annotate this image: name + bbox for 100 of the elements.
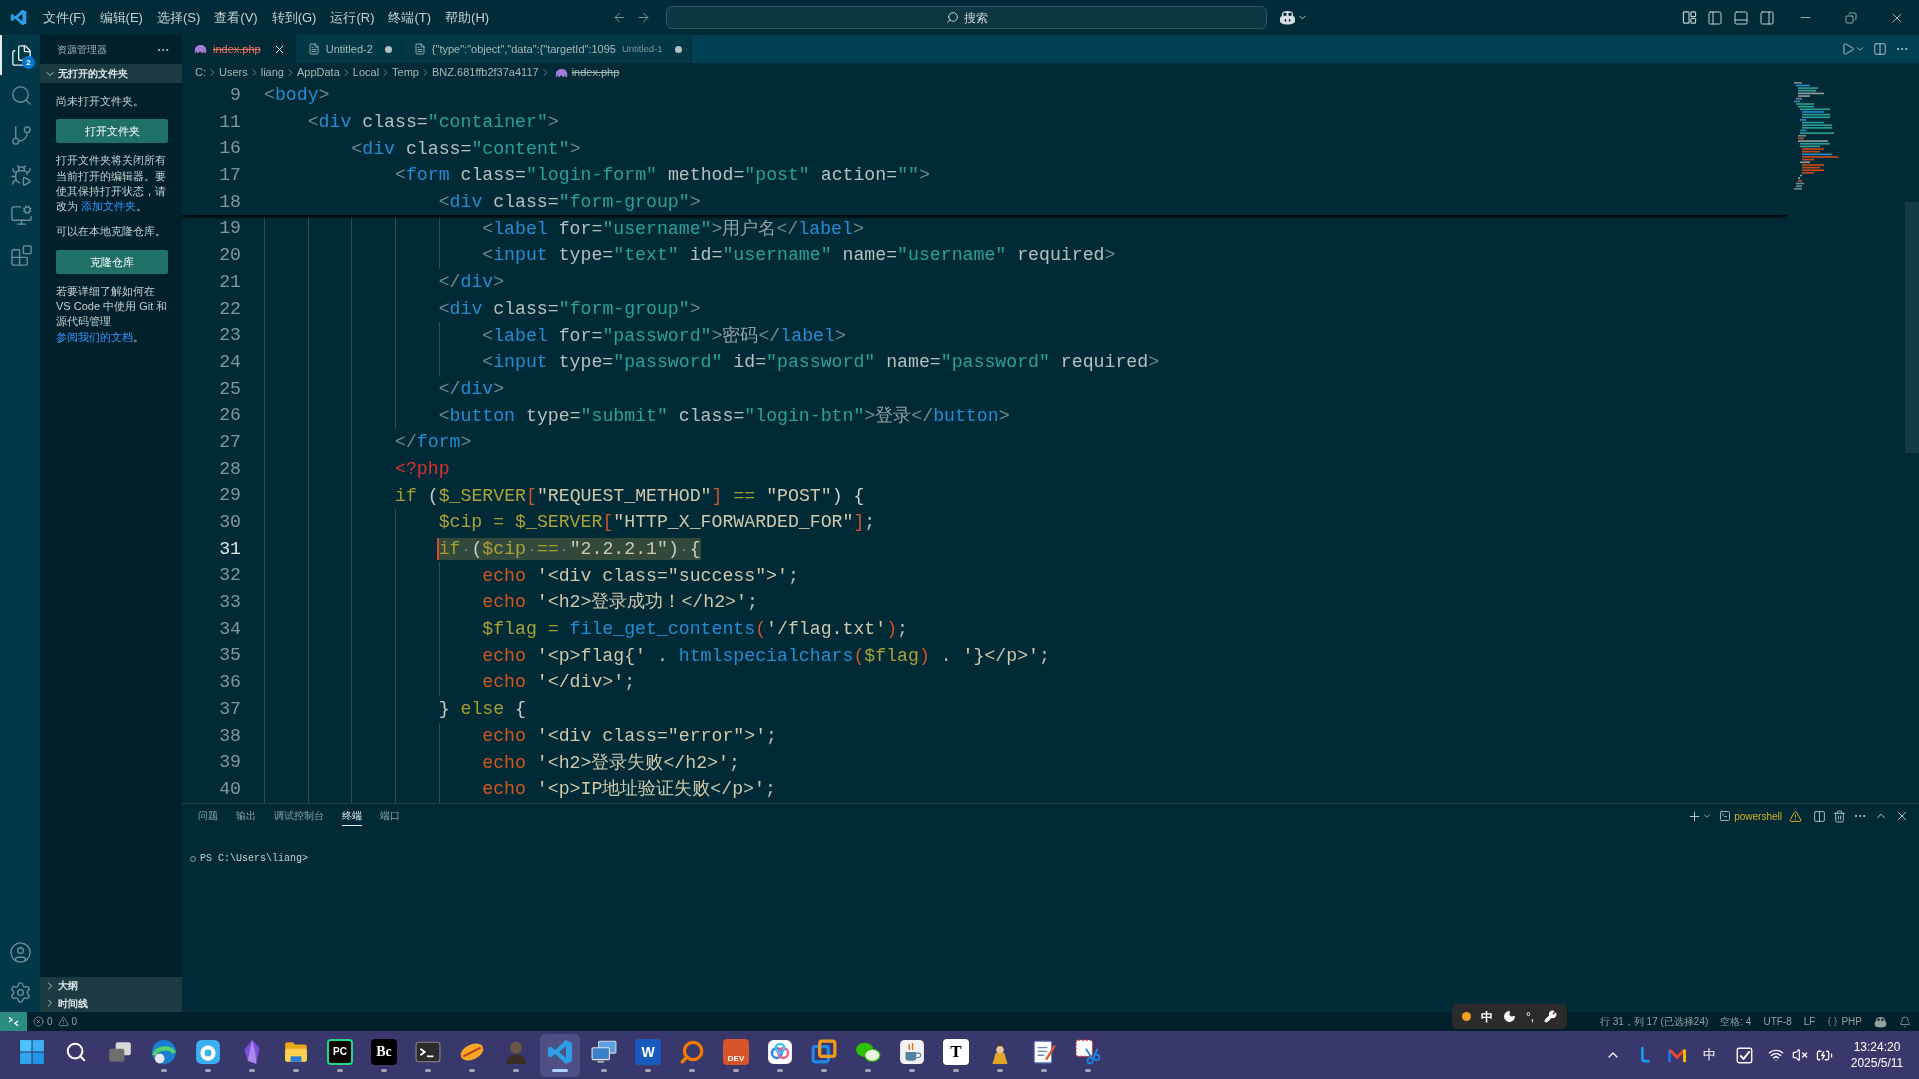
menu-item[interactable]: 编辑(E) <box>92 6 150 29</box>
menu-item[interactable]: 运行(R) <box>323 6 382 29</box>
split-icon[interactable] <box>1813 809 1826 823</box>
code-line: echo '<h2>登录成功！</h2>'; <box>482 591 758 614</box>
menu-item[interactable]: 终端(T) <box>381 6 439 29</box>
menu-item[interactable]: 查看(V) <box>207 6 265 29</box>
breadcrumb-item[interactable]: Local <box>352 64 380 81</box>
code-line: echo '<div class="error">'; <box>482 724 777 747</box>
line-number: 17 <box>218 164 241 188</box>
bot-icon[interactable] <box>1279 10 1296 25</box>
moon-icon[interactable] <box>1503 1010 1516 1023</box>
m-logo-icon[interactable] <box>1667 1046 1687 1064</box>
punctuation-toggle[interactable]: °, <box>1526 1007 1535 1026</box>
panel-tab[interactable]: 调试控制台 <box>274 806 324 826</box>
notepad-icon <box>1031 1038 1057 1065</box>
hook-logo-icon[interactable] <box>1638 1046 1652 1064</box>
line-ending[interactable]: LF <box>1797 1014 1822 1029</box>
panel-tab[interactable]: 端口 <box>380 806 400 826</box>
input-method-indicator[interactable]: 中 <box>1693 1045 1726 1065</box>
muted-speaker-icon[interactable] <box>1792 1047 1808 1063</box>
wifi-icon[interactable] <box>1768 1047 1784 1063</box>
taskbar-button[interactable]: T <box>936 1033 976 1077</box>
account-icon[interactable] <box>8 940 32 964</box>
panel-bottom-icon[interactable] <box>1733 9 1749 26</box>
breadcrumb-item[interactable]: Users <box>219 64 248 81</box>
panel-tab[interactable]: 输出 <box>236 806 256 826</box>
back-arrow-icon[interactable] <box>611 10 627 25</box>
breadcrumb-item[interactable]: BNZ.681ffb2f37a4117 <box>432 64 539 81</box>
breadcrumb-item[interactable]: AppData <box>297 64 340 81</box>
panel-tab[interactable]: 终端 <box>342 806 362 826</box>
settings-icon[interactable] <box>8 980 32 1004</box>
restore-icon[interactable] <box>1845 11 1857 24</box>
link[interactable]: 添加文件夹 <box>81 200 137 213</box>
section-header[interactable]: 无打开的文件夹 <box>40 64 182 83</box>
close-icon[interactable] <box>1895 809 1909 823</box>
bell-icon[interactable] <box>1899 1015 1911 1028</box>
editor-tab[interactable]: {"type":"object","data":{"targetId":1095 Untitled-1 <box>401 35 692 63</box>
breadcrumb-item[interactable]: index.php <box>571 64 620 81</box>
menu-item[interactable]: 文件(F) <box>36 6 93 29</box>
problems-button[interactable]: 0 0 <box>33 1014 78 1029</box>
search-field[interactable]: 搜索 <box>666 6 1267 29</box>
monitors-icon <box>591 1038 617 1065</box>
forward-arrow-icon[interactable] <box>635 10 651 25</box>
breadcrumb-item[interactable]: Temp <box>392 64 419 81</box>
panel-right-icon[interactable] <box>1759 9 1775 26</box>
code-line: <input type="password" id="password" name="password" required> <box>482 351 1160 374</box>
menu-item[interactable]: 选择(S) <box>149 6 208 29</box>
wrench-icon[interactable] <box>1544 1010 1558 1023</box>
taskbar-button[interactable]: DEV <box>716 1033 756 1077</box>
editor-tab[interactable]: Untitled-2 <box>295 35 402 63</box>
check-square-icon[interactable] <box>1735 1046 1753 1064</box>
text-cursor <box>436 538 439 561</box>
plus-icon[interactable] <box>1687 808 1703 824</box>
line-number: 29 <box>218 484 241 508</box>
app-tile: PC <box>327 1038 353 1065</box>
sidebar-button[interactable]: 打开文件夹 <box>56 119 168 144</box>
language-mode[interactable]: PHP <box>1821 1014 1868 1029</box>
panel-tab[interactable]: 问题 <box>198 806 218 826</box>
cursor-position[interactable]: 行 31，列 17 (已选择24) <box>1593 1014 1715 1029</box>
chevron-down-icon[interactable] <box>1855 44 1865 54</box>
taskbar-button[interactable]: Bc <box>364 1033 404 1077</box>
breadcrumb-item[interactable]: liang <box>260 64 284 81</box>
line-number: 31 <box>218 537 241 561</box>
editor-tab[interactable]: index.php <box>182 35 296 63</box>
menu-item[interactable]: 帮助(H) <box>438 6 497 29</box>
start-icon <box>19 1038 45 1065</box>
taskbar-button[interactable]: PC <box>320 1033 360 1077</box>
play-icon[interactable] <box>1841 42 1855 56</box>
running-indicator <box>425 1068 431 1072</box>
code-line: echo '</div>'; <box>482 671 636 694</box>
section-header[interactable]: 大纲 <box>40 977 182 995</box>
running-indicator <box>689 1068 695 1072</box>
bot-icon[interactable] <box>1874 1015 1887 1028</box>
code-line: echo '<div class="success">'; <box>482 564 799 587</box>
running-indicator <box>953 1068 959 1072</box>
trash-icon[interactable] <box>1833 809 1846 823</box>
line-number: 33 <box>218 591 241 615</box>
terminal-selector[interactable]: powershell <box>1719 808 1782 824</box>
clock-time[interactable]: 13:24:20 <box>1853 1039 1901 1055</box>
clock-date[interactable]: 2025/5/11 <box>1850 1055 1904 1071</box>
menu-item[interactable]: 转到(G) <box>264 6 324 29</box>
chevron-down-icon[interactable] <box>1702 811 1713 821</box>
taskbar-button[interactable]: W <box>628 1033 668 1077</box>
sidebar-button[interactable]: 克隆仓库 <box>56 249 168 274</box>
magnifier-icon <box>679 1038 705 1065</box>
taskbar-button[interactable] <box>540 1033 580 1077</box>
sidebar-message: 尚未打开文件夹。 <box>56 94 145 109</box>
split-editor-icon[interactable] <box>1873 42 1887 56</box>
layout-icon[interactable] <box>1681 9 1697 25</box>
swirl-icon <box>151 1038 177 1065</box>
line-number: 25 <box>218 377 241 401</box>
panel-left-icon[interactable] <box>1707 9 1723 26</box>
input-mode-toggle[interactable]: 中 <box>1481 1007 1493 1026</box>
remote-button[interactable] <box>0 1012 27 1031</box>
encoding[interactable]: UTF-8 <box>1757 1014 1798 1029</box>
line-number: 35 <box>218 644 241 668</box>
indentation[interactable]: 空格: 4 <box>1714 1014 1758 1029</box>
breadcrumb-item[interactable]: C: <box>195 64 206 81</box>
link[interactable]: 参阅我们的文档 <box>56 330 133 343</box>
line-number: 24 <box>218 350 241 374</box>
